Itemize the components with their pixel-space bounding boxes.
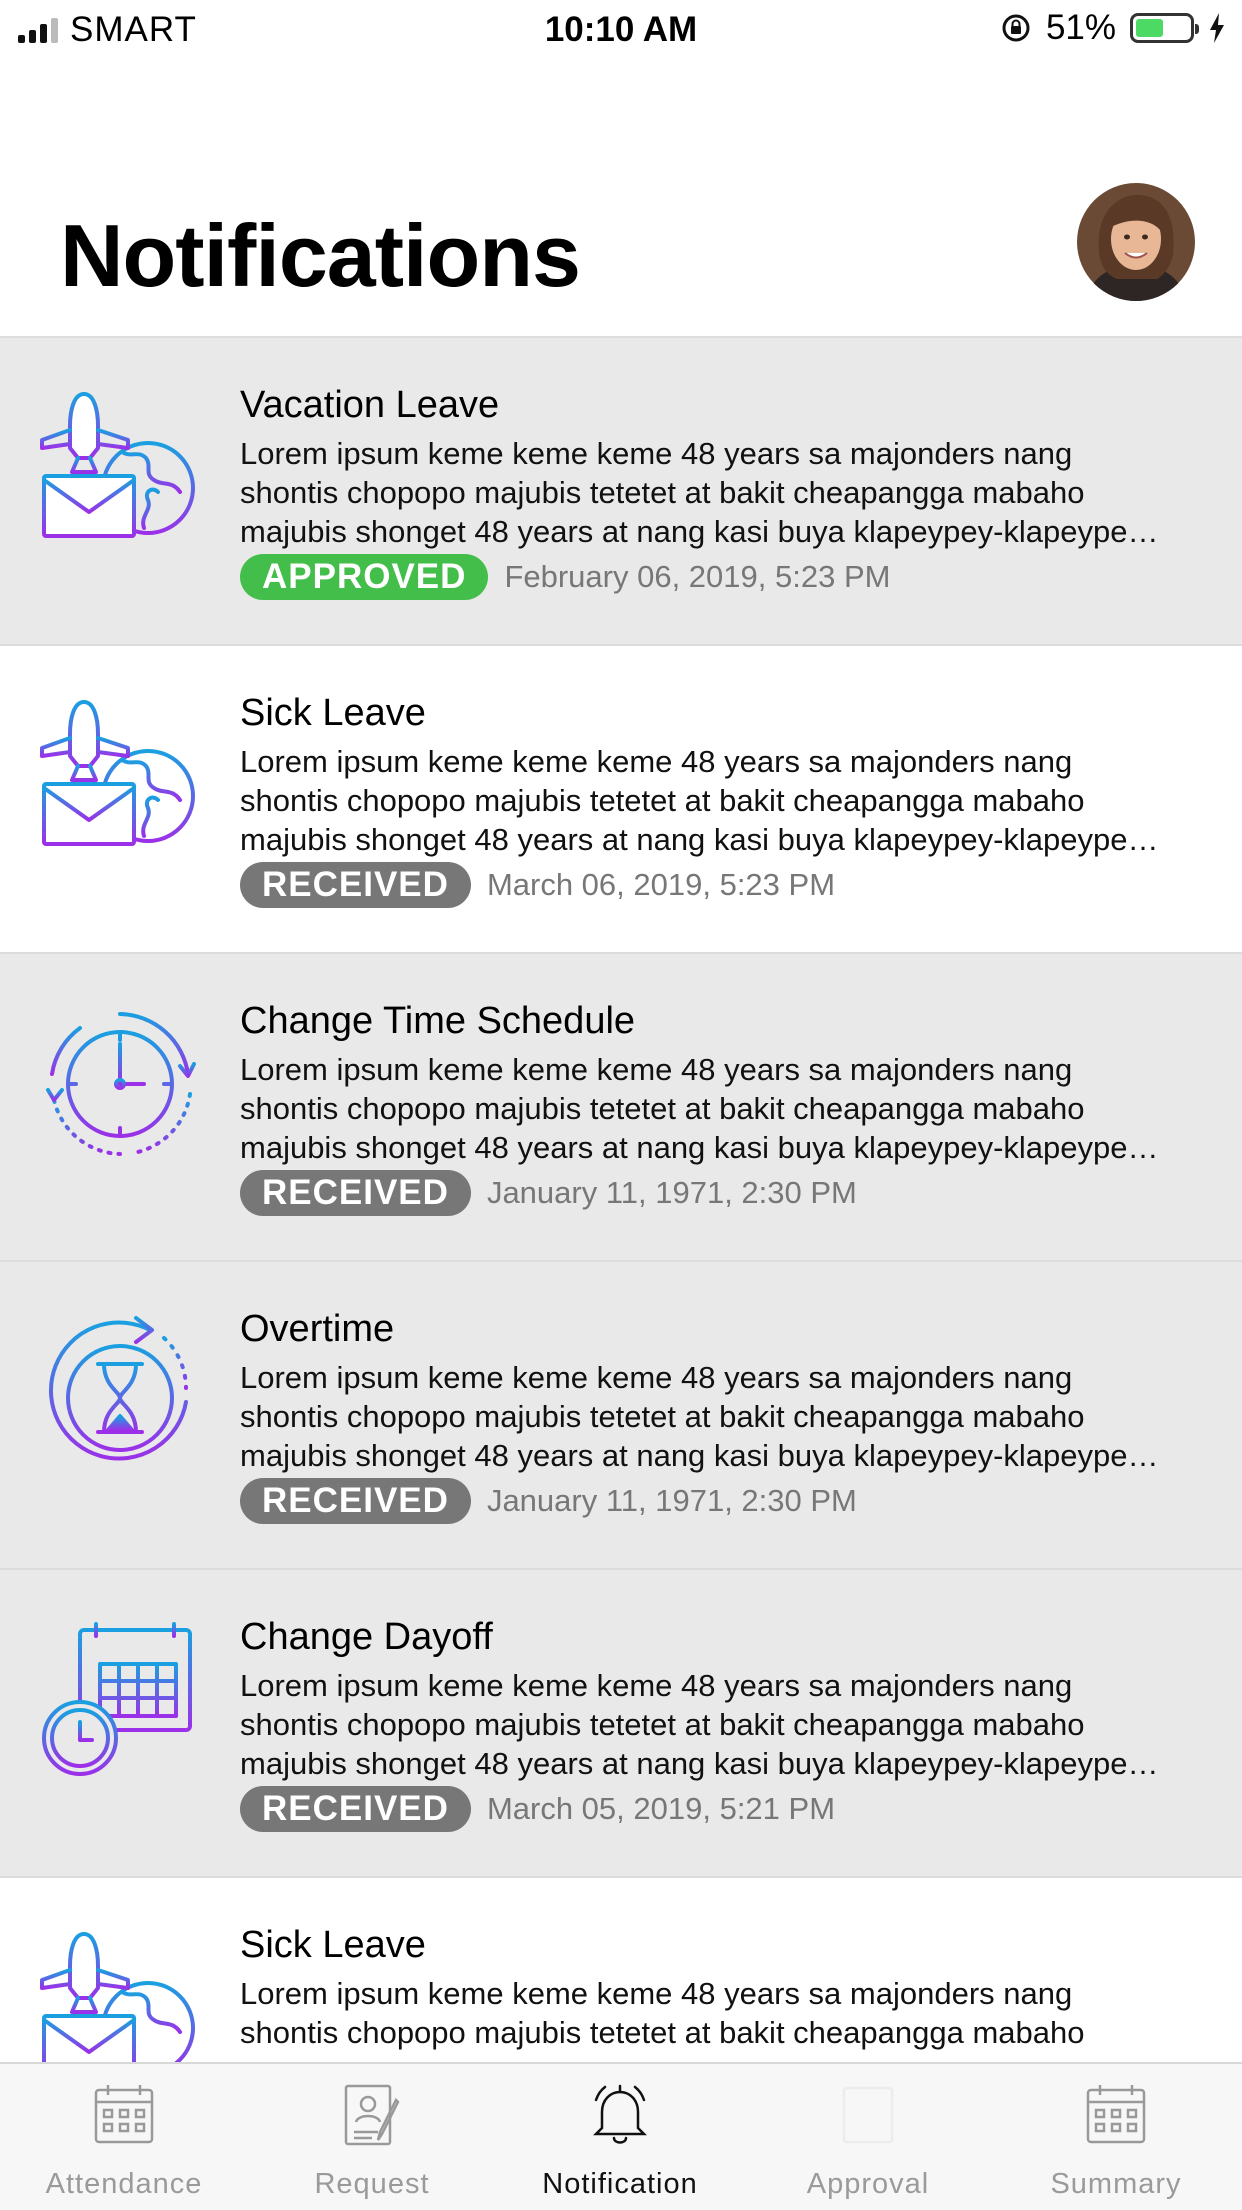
notification-title: Overtime [240, 1308, 395, 1350]
calendar-icon [94, 2085, 154, 2144]
status-badge: RECEIVED [240, 1786, 471, 1832]
notification-title: Sick Leave [240, 1924, 426, 1966]
notification-body: Lorem ipsum keme keme keme 48 years sa m… [240, 1360, 1159, 1473]
notification-title: Vacation Leave [240, 384, 500, 426]
battery-icon [1130, 13, 1199, 43]
plane-envelope-globe-icon [40, 1932, 195, 2064]
avatar[interactable] [1077, 183, 1195, 301]
clock-icon [46, 1012, 196, 1156]
notification-date: March 06, 2019, 5:23 PM [486, 867, 836, 902]
calendar-clock-icon [42, 1622, 192, 1776]
notification-title: Change Dayoff [240, 1616, 493, 1658]
notification-body: Lorem ipsum keme keme keme 48 years sa m… [240, 1052, 1159, 1165]
notification-list[interactable]: Vacation Leave Lorem ipsum keme keme kem… [0, 336, 1242, 2064]
notification-item[interactable]: Vacation Leave Lorem ipsum keme keme kem… [0, 338, 1242, 646]
notification-title: Change Time Schedule [240, 1000, 636, 1042]
status-badge: RECEIVED [240, 862, 471, 908]
charging-bolt-icon [1210, 13, 1224, 43]
bell-icon [592, 2084, 648, 2144]
notification-item[interactable]: Change Time Schedule Lorem ipsum keme ke… [0, 954, 1242, 1262]
status-bar: SMART 10:10 AM 51% [0, 0, 1242, 62]
notification-item[interactable]: Sick Leave Lorem ipsum keme keme keme 48… [0, 646, 1242, 954]
notification-date: January 11, 1971, 2:30 PM [486, 1175, 857, 1210]
notification-date: February 06, 2019, 5:23 PM [504, 559, 891, 594]
notification-item[interactable]: Change Dayoff Lorem ipsum keme keme keme… [0, 1570, 1242, 1878]
notification-body: Lorem ipsum keme keme keme 48 years sa m… [240, 436, 1159, 549]
notification-body: Lorem ipsum keme keme keme 48 years sa m… [240, 1668, 1159, 1781]
tab-bar: Attendance Request Notification Approval [0, 2062, 1242, 2210]
rotation-lock-icon [1002, 14, 1030, 42]
page-title: Notifications [60, 206, 581, 305]
hourglass-icon [49, 1316, 188, 1461]
status-badge: RECEIVED [240, 1478, 471, 1524]
notification-body: Lorem ipsum keme keme keme 48 years sa m… [240, 744, 1159, 857]
plane-envelope-globe-icon [40, 392, 195, 538]
notification-body: Lorem ipsum keme keme keme 48 years sa m… [240, 1976, 1085, 2050]
status-badge: RECEIVED [240, 1170, 471, 1216]
plane-envelope-globe-icon [40, 700, 195, 846]
notification-item[interactable]: Overtime Lorem ipsum keme keme keme 48 y… [0, 1262, 1242, 1570]
battery-percent: 51% [1045, 8, 1116, 47]
document-pen-icon [344, 2084, 400, 2146]
tab-attendance[interactable]: Attendance [0, 2064, 248, 2210]
status-badge: APPROVED [240, 554, 489, 600]
tab-approval[interactable]: Approval [744, 2064, 992, 2210]
tab-request[interactable]: Request [248, 2064, 496, 2210]
notification-title: Sick Leave [240, 692, 426, 734]
notification-date: March 05, 2019, 5:21 PM [486, 1791, 836, 1826]
tab-notification[interactable]: Notification [496, 2064, 744, 2210]
notification-date: January 11, 1971, 2:30 PM [486, 1483, 857, 1518]
tab-summary[interactable]: Summary [992, 2064, 1240, 2210]
approval-icon [842, 2086, 894, 2144]
calendar-summary-icon [1086, 2085, 1146, 2144]
notification-item[interactable]: Sick Leave Lorem ipsum keme keme keme 48… [0, 1878, 1242, 2064]
